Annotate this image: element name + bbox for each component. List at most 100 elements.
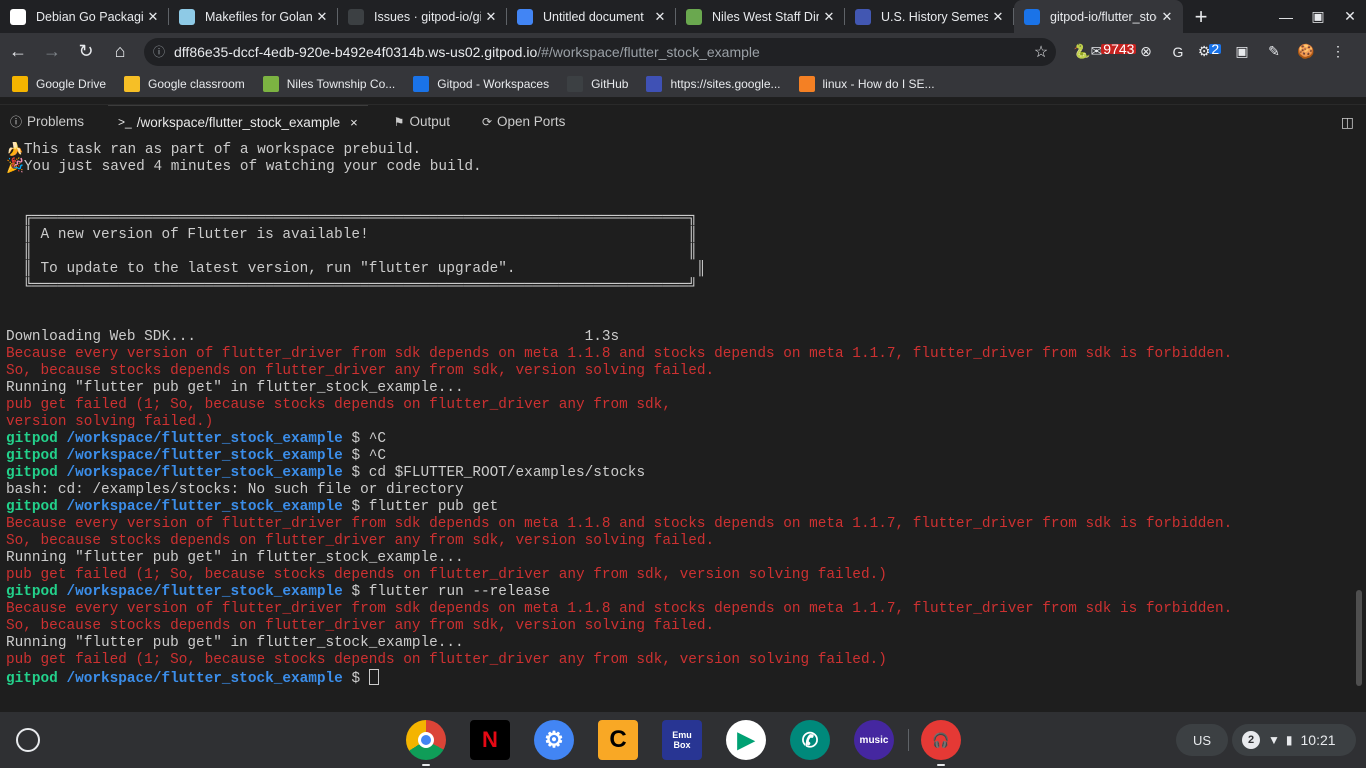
bookmark-label: https://sites.google... <box>670 76 781 91</box>
c-app[interactable]: C <box>596 720 640 760</box>
new-tab-button[interactable]: + <box>1183 0 1219 33</box>
terminal-scrollbar[interactable] <box>1356 590 1362 686</box>
browser-tab[interactable]: Issues · gitpod-io/gitpod✕ <box>338 0 507 33</box>
window-controls: — ▣ ✕ <box>1270 0 1366 33</box>
error-text: So, because stocks depends on flutter_dr… <box>6 618 715 634</box>
screen-icon[interactable]: ▣ <box>1226 36 1258 68</box>
browser-toolbar: ← → ↻ ⌂ ⓘ dff86e35-dccf-4edb-920e-b492e4… <box>0 33 1366 70</box>
chrome-center <box>418 732 434 748</box>
terminal-line: 🍌This task ran as part of a workspace pr… <box>6 142 1356 159</box>
browser-tab[interactable]: Debian Go Packaging✕ <box>0 0 169 33</box>
terminal-line: ║ To update to the latest version, run "… <box>6 261 1356 278</box>
bookmark-item[interactable]: GitHub <box>567 75 628 92</box>
panel-tab[interactable]: >_ /workspace/flutter_stock_example × <box>108 104 368 139</box>
headphones-app[interactable]: 🎧 <box>919 720 963 766</box>
address-bar[interactable]: ⓘ dff86e35-dccf-4edb-920e-b492e4f0314b.w… <box>144 37 1056 66</box>
home-button[interactable]: ⌂ <box>104 36 136 68</box>
browser-tab[interactable]: Makefiles for Golang ✕ <box>169 0 338 33</box>
tab-close-icon[interactable]: ✕ <box>819 9 839 25</box>
bookmark-item[interactable]: Niles Township Co... <box>262 75 395 92</box>
running-indicator <box>937 764 945 766</box>
browser-tab[interactable]: Niles West Staff Directory✕ <box>676 0 845 33</box>
menu-icon[interactable]: ⋮ <box>1322 36 1354 68</box>
tab-title: Debian Go Packaging <box>36 9 143 24</box>
app-label: ✆ <box>801 729 819 752</box>
tab-close-icon[interactable]: ✕ <box>312 9 332 25</box>
tab-close-icon[interactable]: ✕ <box>143 9 163 25</box>
emubox-app[interactable]: Emu Box <box>660 720 704 760</box>
prompt-directory: /workspace/flutter_stock_example <box>66 431 343 447</box>
status-tray[interactable]: 2 ▼ ▮ 10:21 <box>1232 724 1356 756</box>
maximize-button[interactable]: ▣ <box>1302 0 1334 33</box>
minimize-button[interactable]: — <box>1270 0 1302 33</box>
forward-button[interactable]: → <box>36 36 68 68</box>
panel-tab-label: /workspace/flutter_stock_example <box>136 114 341 130</box>
app-label: 🎧 <box>932 731 950 748</box>
play-store-app[interactable]: ▶ <box>724 720 768 760</box>
output-text: ║ To update to the latest version, run "… <box>6 261 706 277</box>
panel-tab-close-icon[interactable]: × <box>350 115 358 130</box>
notification-count[interactable]: 2 <box>1242 731 1260 749</box>
tab-title: Niles West Staff Directory <box>712 9 819 24</box>
sites-icon <box>646 75 663 92</box>
error-text: version solving failed.) <box>6 414 214 430</box>
input-method-indicator[interactable]: US <box>1176 724 1228 756</box>
phone-app[interactable]: ✆ <box>788 720 832 760</box>
terminal-line: So, because stocks depends on flutter_dr… <box>6 533 1356 550</box>
launcher-button[interactable] <box>16 728 40 752</box>
tab-close-icon[interactable]: ✕ <box>988 9 1008 25</box>
maximize-panel-icon[interactable]: ◫ <box>1341 114 1354 131</box>
bookmarks-bar: Google Drive Google classroom Niles Townsh… <box>0 70 1366 98</box>
terminal-cursor[interactable] <box>368 669 379 685</box>
mail-icon[interactable]: ✉ 9743 <box>1091 36 1137 68</box>
chromeos-shelf: N ⚙ C Emu Box ▶ ✆ music 🎧 US 2 ▼ ▮ 10:21 <box>0 712 1366 768</box>
panel-tab[interactable]: ⟳ Open Ports <box>472 105 575 139</box>
tab-close-icon[interactable]: ✕ <box>650 9 670 25</box>
bookmark-item[interactable]: Gitpod - Workspaces <box>413 75 549 92</box>
reload-button[interactable]: ↻ <box>70 36 102 68</box>
bookmark-item[interactable]: Google Drive <box>12 75 106 92</box>
error-text: So, because stocks depends on flutter_dr… <box>6 363 715 379</box>
netflix-app[interactable]: N <box>468 720 512 760</box>
terminal-line: Running "flutter pub get" in flutter_sto… <box>6 550 1356 567</box>
blocker-icon[interactable]: ⊗ <box>1130 36 1162 68</box>
extension-glyph: G <box>1172 43 1184 60</box>
browser-tab[interactable]: gitpod-io/flutter_stock_example✕ <box>1014 0 1183 33</box>
tab-title: Issues · gitpod-io/gitpod <box>374 9 481 24</box>
bookmark-star-icon[interactable]: ☆ <box>1026 42 1056 62</box>
extension-glyph: ✎ <box>1268 43 1280 59</box>
app-label: ⚙ <box>544 727 564 752</box>
app-label: N <box>482 727 498 752</box>
chrome-app[interactable] <box>404 720 448 766</box>
github-icon <box>348 8 364 25</box>
panel-tab[interactable]: ⓘ Problems <box>0 105 94 139</box>
prompt-directory: /workspace/flutter_stock_example <box>66 465 343 481</box>
extension-icon[interactable]: ⚙ 2 <box>1194 36 1226 68</box>
grammarly-icon[interactable]: G <box>1162 36 1194 68</box>
terminal-output[interactable]: 🍌This task ran as part of a workspace pr… <box>6 142 1356 710</box>
terminal-line: So, because stocks depends on flutter_dr… <box>6 363 1356 380</box>
settings-app[interactable]: ⚙ <box>532 720 576 760</box>
panel-tab[interactable]: ⚑ Output <box>384 105 460 139</box>
cookie-icon[interactable]: 🍪 <box>1290 36 1322 68</box>
tab-close-icon[interactable]: ✕ <box>1157 9 1177 25</box>
back-button[interactable]: ← <box>2 36 34 68</box>
url-text[interactable]: dff86e35-dccf-4edb-920e-b492e4f0314b.ws-… <box>174 44 1026 60</box>
bookmark-item[interactable]: linux - How do I SE... <box>798 75 935 92</box>
output-text: ╔═══════════════════════════════════════… <box>6 210 697 226</box>
stackoverflow-icon <box>798 75 815 92</box>
close-window-button[interactable]: ✕ <box>1334 0 1366 33</box>
clock: 10:21 <box>1300 732 1336 748</box>
debian-icon <box>10 8 26 25</box>
quizlet-icon <box>855 8 871 25</box>
site-info-icon[interactable]: ⓘ <box>144 43 174 60</box>
pen-icon[interactable]: ✎ <box>1258 36 1290 68</box>
bookmark-item[interactable]: https://sites.google... <box>646 75 781 92</box>
amazon-music-app[interactable]: music <box>852 720 896 760</box>
tab-close-icon[interactable]: ✕ <box>481 9 501 25</box>
bookmark-item[interactable]: Google classroom <box>124 75 245 92</box>
prompt-directory: /workspace/flutter_stock_example <box>66 499 343 515</box>
panel-tab-icon: ⓘ <box>10 115 23 129</box>
browser-tab[interactable]: Untitled document ✕ <box>507 0 676 33</box>
browser-tab[interactable]: U.S. History Semester✕ <box>845 0 1014 33</box>
